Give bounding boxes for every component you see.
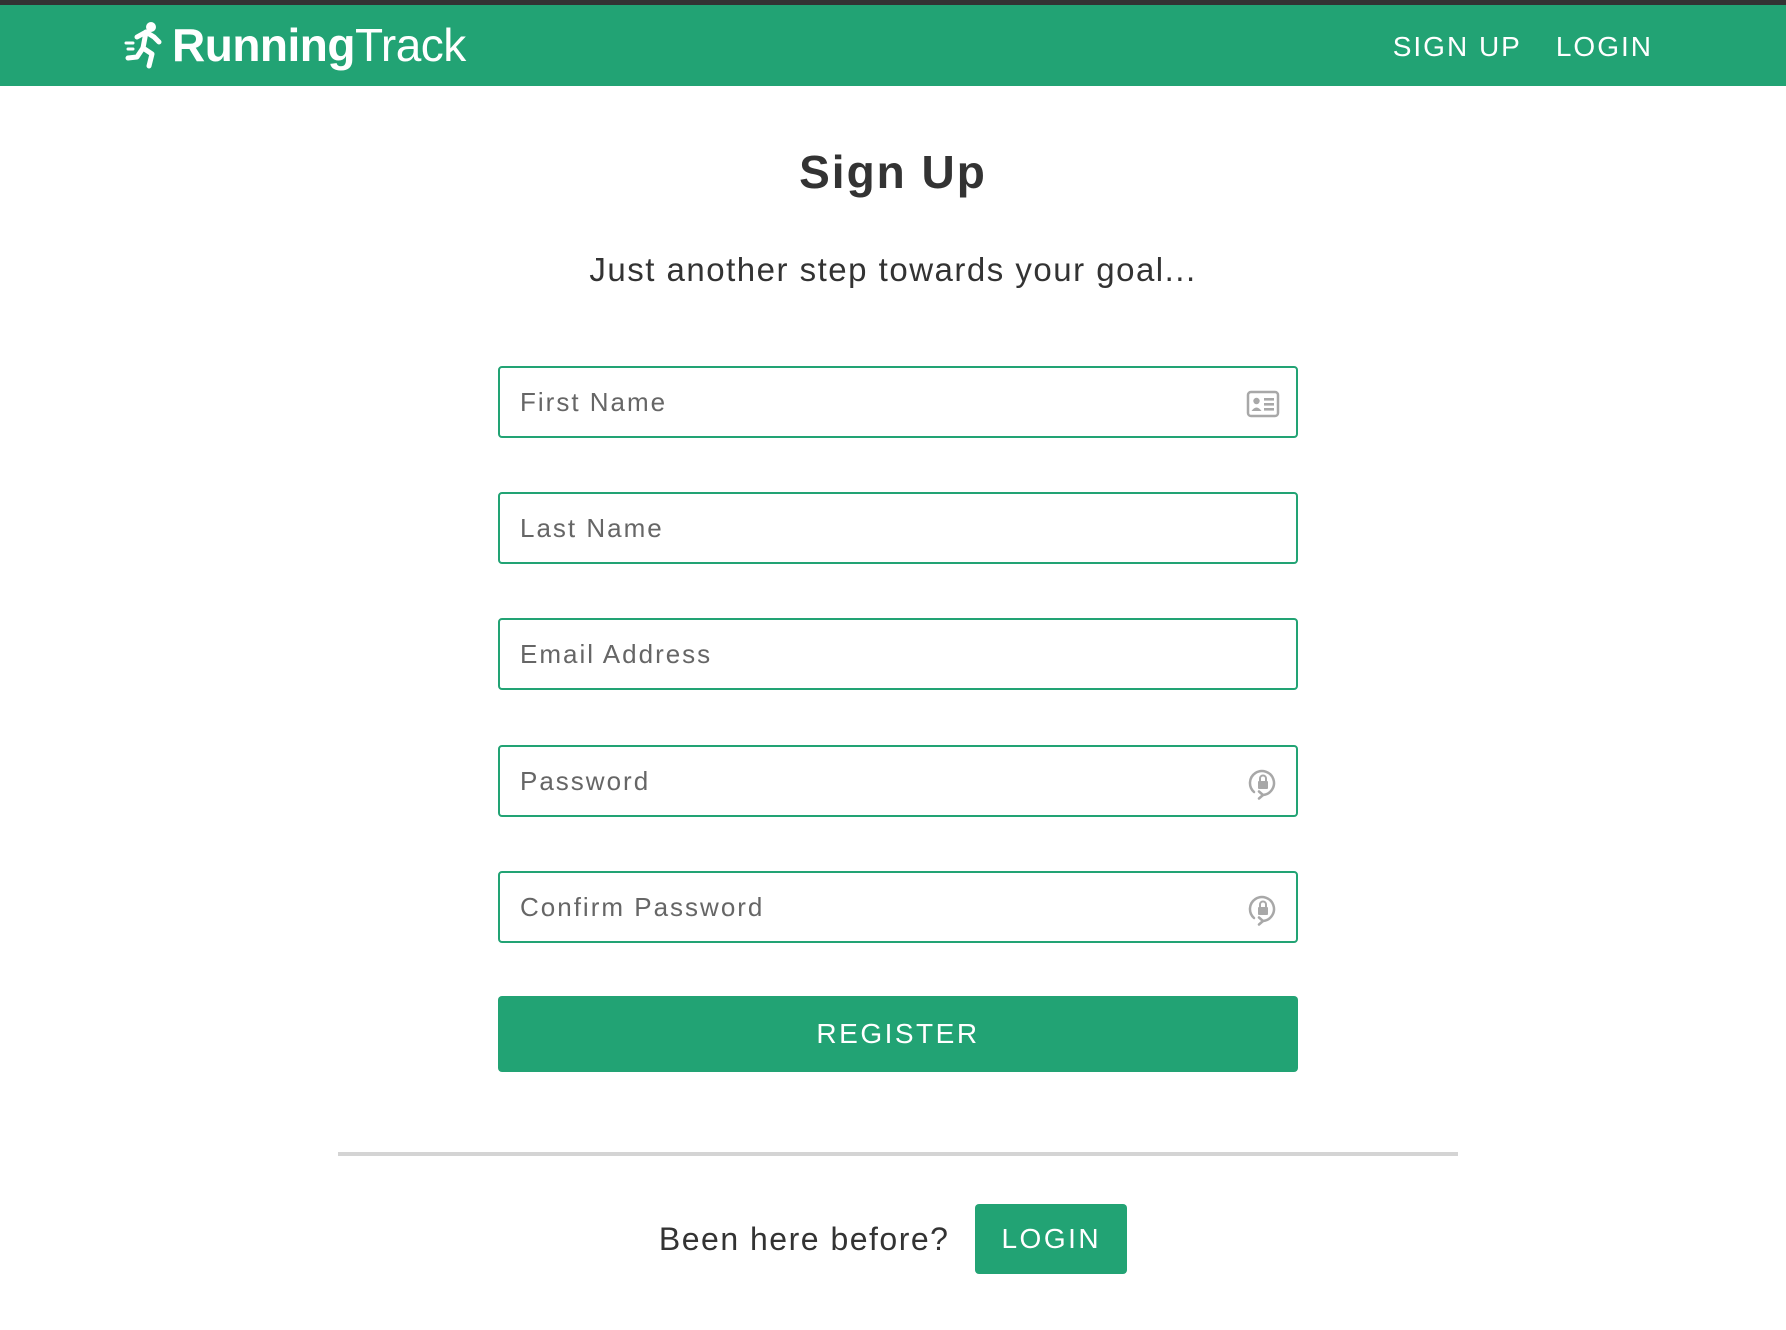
confirm-password-input[interactable] (500, 873, 1296, 941)
password-input[interactable] (500, 747, 1296, 815)
brand-name: RunningTrack (172, 19, 466, 71)
nav-signup-link[interactable]: SIGN UP (1393, 27, 1522, 67)
login-prompt-text: Been here before? (658, 1220, 950, 1257)
running-person-icon (124, 22, 162, 69)
last-name-field-box (498, 492, 1298, 564)
password-field-box (498, 745, 1298, 817)
email-field-box (498, 618, 1298, 690)
register-button[interactable]: REGISTER (498, 996, 1298, 1072)
brand-name-regular: Track (355, 19, 466, 71)
id-card-icon (1246, 390, 1280, 418)
login-prompt-row: Been here before? LOGIN (0, 1204, 1786, 1274)
login-button[interactable]: LOGIN (975, 1204, 1128, 1274)
lock-reset-icon (1248, 769, 1276, 800)
page-subtitle: Just another step towards your goal... (589, 251, 1197, 288)
brand-logo-link[interactable]: RunningTrack (124, 19, 466, 71)
first-name-input[interactable] (500, 368, 1296, 436)
email-input[interactable] (500, 620, 1296, 688)
nav-links: SIGN UP LOGIN (1393, 27, 1653, 67)
brand-name-bold: Running (172, 19, 356, 71)
navbar: RunningTrack SIGN UP LOGIN (0, 5, 1786, 86)
page-title: Sign Up (799, 146, 987, 198)
nav-login-link[interactable]: LOGIN (1556, 27, 1653, 67)
lock-reset-icon (1248, 895, 1276, 926)
divider (338, 1152, 1458, 1156)
confirm-password-field-box (498, 871, 1298, 943)
last-name-input[interactable] (500, 494, 1296, 562)
first-name-field-box (498, 366, 1298, 438)
